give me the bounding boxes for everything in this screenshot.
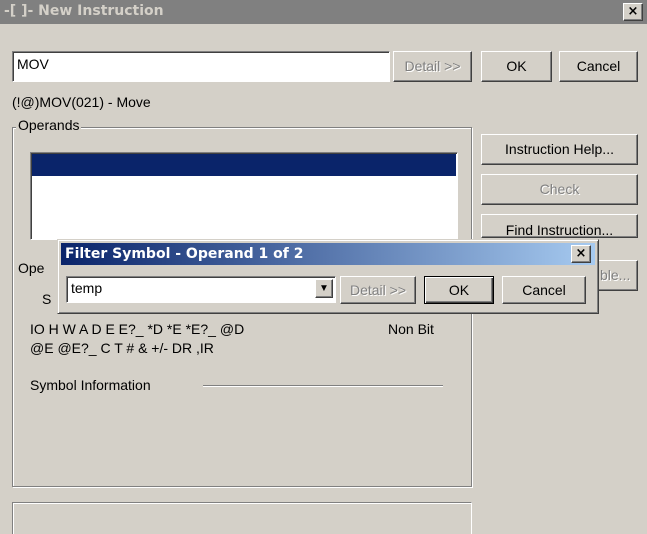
operand-label-partial: Ope <box>18 260 45 276</box>
symbol-info-label: Symbol Information <box>30 377 151 393</box>
filter-symbol-dialog: Filter Symbol - Operand 1 of 2 × temp ▼ … <box>57 239 599 314</box>
main-close-button[interactable]: × <box>623 3 643 21</box>
operand-row-selected[interactable] <box>32 154 456 176</box>
operand-types-line1: IO H W A D E E?_ *D *E *E?_ @D <box>30 321 245 337</box>
cancel-button[interactable]: Cancel <box>559 51 638 82</box>
operands-list[interactable] <box>30 152 458 240</box>
instruction-input-value: MOV <box>17 56 49 72</box>
symbol-combo[interactable]: temp ▼ <box>66 276 336 303</box>
check-button[interactable]: Check <box>481 174 638 205</box>
symbol-info-divider <box>203 385 443 387</box>
chevron-down-icon: ▼ <box>319 283 329 294</box>
partial-button[interactable]: ble... <box>596 260 638 291</box>
non-bit-label: Non Bit <box>388 321 434 337</box>
ok-button[interactable]: OK <box>481 51 552 82</box>
detail-button[interactable]: Detail >> <box>393 51 472 82</box>
instruction-description: (!@)MOV(021) - Move <box>12 94 151 110</box>
operand-types-line2: @E @E?_ C T # & +/- DR ,IR <box>30 340 214 356</box>
operands-legend: Operands <box>16 117 82 133</box>
main-window-title: -[ ]- New Instruction <box>4 3 164 19</box>
filter-detail-button[interactable]: Detail >> <box>340 276 416 304</box>
instruction-help-button[interactable]: Instruction Help... <box>481 134 638 165</box>
dropdown-button[interactable]: ▼ <box>315 279 333 298</box>
filter-dialog-title-bar[interactable]: Filter Symbol - Operand 1 of 2 × <box>61 243 595 265</box>
filter-cancel-button[interactable]: Cancel <box>502 276 586 304</box>
instruction-input[interactable]: MOV <box>12 51 390 82</box>
close-icon: × <box>575 246 587 261</box>
filter-dialog-title: Filter Symbol - Operand 1 of 2 <box>65 246 304 262</box>
find-instruction-button[interactable]: Find Instruction... <box>481 214 638 238</box>
status-panel <box>12 502 472 534</box>
filter-ok-button[interactable]: OK <box>424 276 494 304</box>
filter-dialog-close-button[interactable]: × <box>571 245 591 263</box>
main-title-bar[interactable]: -[ ]- New Instruction × <box>0 0 647 24</box>
s-label-partial: S <box>42 291 52 307</box>
close-icon: × <box>627 4 639 19</box>
symbol-combo-value: temp <box>71 280 103 296</box>
